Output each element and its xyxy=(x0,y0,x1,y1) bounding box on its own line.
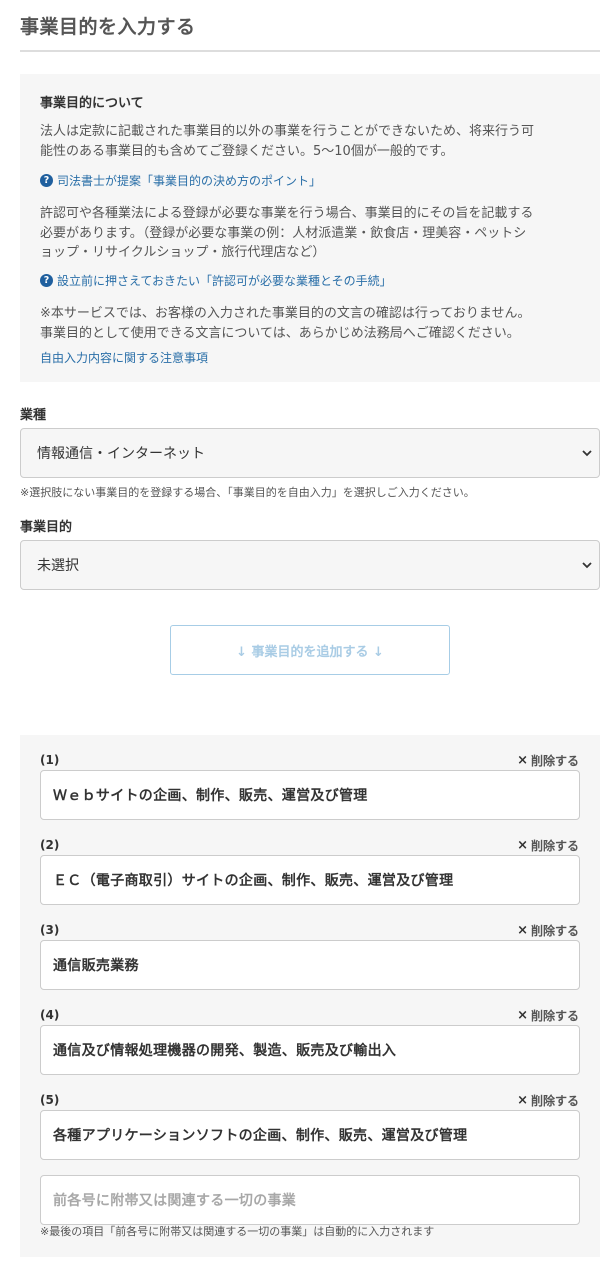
delete-label: 削除する xyxy=(530,924,579,938)
info-paragraph-1: 法人は定款に記載された事業目的以外の事業を行うことができないため、将来行う可 能… xyxy=(40,122,585,161)
info-text-line: 能性のある事業目的も含めてご登録ください。5〜10個が一般的です。 xyxy=(40,143,454,159)
industry-selected-value: 情報通信・インターネット xyxy=(37,446,205,462)
close-icon: × xyxy=(517,923,528,938)
item-number: (3) xyxy=(40,923,60,937)
add-purpose-button[interactable]: ↓ 事業目的を追加する ↓ xyxy=(170,625,450,675)
info-text-line: 法人は定款に記載された事業目的以外の事業を行うことができないため、将来行う可 xyxy=(40,124,535,139)
info-text-line: 必要があります。（登録が必要な事業の例：人材派遣業・飲食店・理美容・ペットシ xyxy=(40,225,527,241)
chevron-down-icon xyxy=(582,562,592,569)
purpose-selected-value: 未選択 xyxy=(37,558,79,574)
delete-button[interactable]: × 削除する xyxy=(517,837,579,854)
purpose-label: 事業目的 xyxy=(20,520,73,535)
info-text-line: 許認可や各種業法による登録が必要な事業を行う場合、事業目的にその旨を記載する xyxy=(40,206,534,221)
purpose-list: (1) × 削除する Ｗｅｂサイトの企画、制作、販売、運営及び管理 (2) × … xyxy=(20,735,600,1257)
purpose-item-input[interactable]: 通信及び情報処理機器の開発、製造、販売及び輸出入 xyxy=(40,1025,580,1075)
info-paragraph-2: 許認可や各種業法による登録が必要な事業を行う場合、事業目的にその旨を記載する 必… xyxy=(40,204,585,263)
business-purpose-info-box: 事業目的について 法人は定款に記載された事業目的以外の事業を行うことができないた… xyxy=(20,74,600,382)
info-text-line: 事業目的として使用できる文言については、あらかじめ法務局へご確認ください。 xyxy=(40,325,520,341)
industry-label: 業種 xyxy=(20,408,47,423)
delete-label: 削除する xyxy=(530,1094,579,1108)
industry-select[interactable]: 情報通信・インターネット xyxy=(20,428,600,478)
page-title: 事業目的を入力する xyxy=(20,16,196,38)
link-label: 司法書士が提案「事業目的の決め方のポイント」 xyxy=(57,174,322,188)
delete-label: 削除する xyxy=(530,1009,579,1023)
link-free-input-notes[interactable]: 自由入力内容に関する注意事項 xyxy=(40,349,208,366)
link-label: 自由入力内容に関する注意事項 xyxy=(40,351,209,365)
industry-note: ※選択肢にない事業目的を登録する場合、「事業目的を自由入力」を選択しご入力くださ… xyxy=(20,486,475,499)
info-heading: 事業目的について xyxy=(40,96,144,111)
item-number: (5) xyxy=(40,1093,60,1107)
chevron-down-icon xyxy=(582,450,592,457)
info-paragraph-3: ※本サービスでは、お客様の入力された事業目的の文言の確認は行っておりません。 事… xyxy=(40,304,585,343)
item-number: (2) xyxy=(40,838,60,852)
title-divider xyxy=(20,50,600,52)
close-icon: × xyxy=(517,1093,528,1108)
link-label: 設立前に押さえておきたい「許認可が必要な業種とその手続」 xyxy=(57,274,392,288)
delete-label: 削除する xyxy=(530,839,579,853)
delete-button[interactable]: × 削除する xyxy=(517,1092,579,1109)
link-licensed-industries[interactable]: ? 設立前に押さえておきたい「許認可が必要な業種とその手続」 xyxy=(40,272,392,289)
delete-label: 削除する xyxy=(530,754,579,768)
close-icon: × xyxy=(517,1008,528,1023)
link-purpose-points[interactable]: ? 司法書士が提案「事業目的の決め方のポイント」 xyxy=(40,172,321,189)
purpose-item-input[interactable]: ＥＣ（電子商取引）サイトの企画、制作、販売、運営及び管理 xyxy=(40,855,580,905)
info-text-line: ョップ・リサイクルショップ・旅行代理店など） xyxy=(40,245,326,260)
purpose-select[interactable]: 未選択 xyxy=(20,540,600,590)
close-icon: × xyxy=(517,753,528,768)
delete-button[interactable]: × 削除する xyxy=(517,752,579,769)
question-circle-icon: ? xyxy=(40,174,53,187)
final-purpose-item: 前各号に附帯又は関連する一切の事業 xyxy=(40,1175,580,1225)
delete-button[interactable]: × 削除する xyxy=(517,922,579,939)
item-number: (4) xyxy=(40,1008,60,1022)
purpose-item-input[interactable]: 通信販売業務 xyxy=(40,940,580,990)
close-icon: × xyxy=(517,838,528,853)
delete-button[interactable]: × 削除する xyxy=(517,1007,579,1024)
info-text-line: ※本サービスでは、お客様の入力された事業目的の文言の確認は行っておりません。 xyxy=(40,306,531,321)
purpose-item-input[interactable]: Ｗｅｂサイトの企画、制作、販売、運営及び管理 xyxy=(40,770,580,820)
question-circle-icon: ? xyxy=(40,274,53,287)
item-number: (1) xyxy=(40,753,60,767)
purpose-item-input[interactable]: 各種アプリケーションソフトの企画、制作、販売、運営及び管理 xyxy=(40,1110,580,1160)
auto-input-note: ※最後の項目「前各号に附帯又は関連する一切の事業」は自動的に入力されます xyxy=(40,1225,435,1238)
